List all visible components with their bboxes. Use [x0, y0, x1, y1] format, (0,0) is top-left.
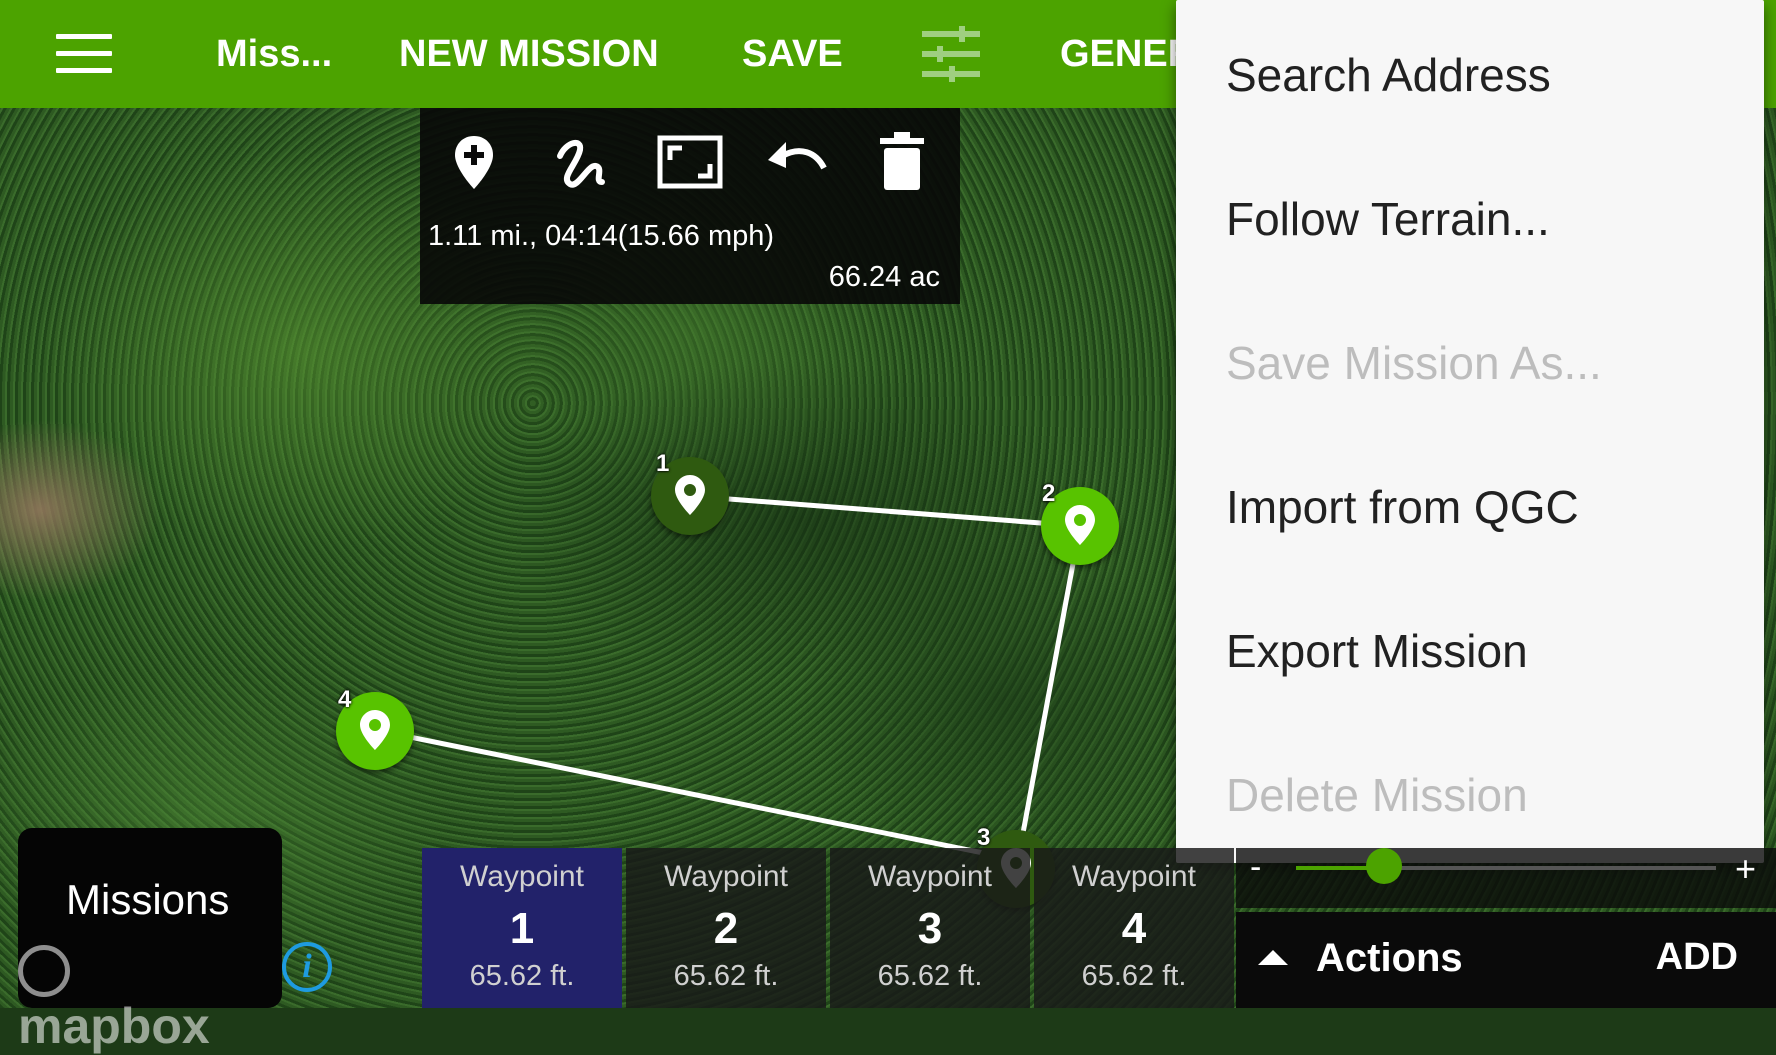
mission-title[interactable]: Miss...	[216, 0, 332, 108]
menu-item-follow-terrain[interactable]: Follow Terrain...	[1226, 192, 1550, 246]
actions-bar: Actions ADD	[1236, 912, 1776, 1008]
new-mission-button[interactable]: NEW MISSION	[399, 0, 659, 108]
waypoint-card-altitude: 65.62 ft.	[673, 960, 779, 992]
slider-thumb[interactable]	[1366, 848, 1403, 884]
slider-plus-button[interactable]: +	[1735, 848, 1756, 890]
waypoint-card-altitude: 65.62 ft.	[877, 960, 983, 992]
slider-track[interactable]	[1296, 848, 1716, 884]
actions-button[interactable]: Actions	[1316, 936, 1463, 981]
settings-sliders-icon[interactable]	[922, 26, 980, 82]
missions-label: Missions	[66, 876, 230, 923]
waypoint-card-number: 4	[1121, 904, 1147, 953]
overflow-menu: Search Address Follow Terrain... Save Mi…	[1176, 0, 1764, 863]
info-icon[interactable]: i	[282, 942, 332, 992]
mapbox-mark-icon	[18, 944, 70, 997]
waypoint-card-altitude: 65.62 ft.	[1081, 960, 1187, 992]
general-button[interactable]: GENER	[1060, 0, 1195, 108]
menu-item-delete-mission: Delete Mission	[1226, 769, 1528, 821]
waypoint-number-4: 4	[338, 686, 352, 713]
waypoint-card-title: Waypoint	[1072, 860, 1196, 893]
waypoint-card-4[interactable]: Waypoint 4 65.62 ft.	[1034, 848, 1234, 1008]
mapbox-wordmark: mapbox	[18, 997, 210, 1054]
waypoint-strip: Waypoint 1 65.62 ft. Waypoint 2 65.62 ft…	[422, 848, 1234, 1008]
mission-area: 66.24 ac	[828, 261, 940, 293]
menu-item-export-mission[interactable]: Export Mission	[1226, 624, 1528, 678]
waypoint-card-title: Waypoint	[664, 860, 788, 893]
map-tool-panel: 1.11 mi., 04:14(15.66 mph) 66.24 ac	[420, 108, 960, 304]
waypoint-card-2[interactable]: Waypoint 2 65.62 ft.	[626, 848, 826, 1008]
waypoint-card-title: Waypoint	[460, 860, 584, 893]
location-pin-icon	[675, 475, 705, 515]
waypoint-number-2: 2	[1042, 480, 1056, 507]
add-button[interactable]: ADD	[1656, 936, 1738, 979]
menu-item-search-address[interactable]: Search Address	[1226, 48, 1551, 102]
undo-icon[interactable]	[760, 126, 832, 198]
waypoint-card-1[interactable]: Waypoint 1 65.62 ft.	[422, 848, 622, 1008]
mapbox-logo: mapbox	[18, 938, 268, 1054]
save-button[interactable]: SAVE	[742, 0, 843, 108]
add-waypoint-icon[interactable]	[438, 126, 510, 198]
altitude-slider: - +	[1236, 848, 1776, 908]
waypoint-card-title: Waypoint	[868, 860, 992, 893]
hamburger-menu-icon[interactable]	[56, 34, 112, 74]
waypoint-number-1: 1	[656, 450, 670, 477]
menu-item-import-from-qgc[interactable]: Import from QGC	[1226, 480, 1579, 534]
delete-icon[interactable]	[866, 126, 938, 198]
waypoint-card-number: 2	[713, 904, 739, 953]
caret-up-icon[interactable]	[1258, 950, 1288, 965]
waypoint-card-number: 3	[917, 904, 943, 953]
fit-bounds-icon[interactable]	[654, 126, 726, 198]
menu-item-save-mission-as: Save Mission As...	[1226, 337, 1602, 389]
draw-path-icon[interactable]	[546, 126, 618, 198]
waypoint-card-altitude: 65.62 ft.	[469, 960, 575, 992]
waypoint-card-number: 1	[509, 904, 535, 953]
waypoint-card-3[interactable]: Waypoint 3 65.62 ft.	[830, 848, 1030, 1008]
location-pin-icon	[1065, 505, 1095, 545]
location-pin-icon	[360, 710, 390, 750]
slider-minus-button[interactable]: -	[1250, 848, 1261, 887]
mission-stats: 1.11 mi., 04:14(15.66 mph)	[428, 220, 775, 252]
